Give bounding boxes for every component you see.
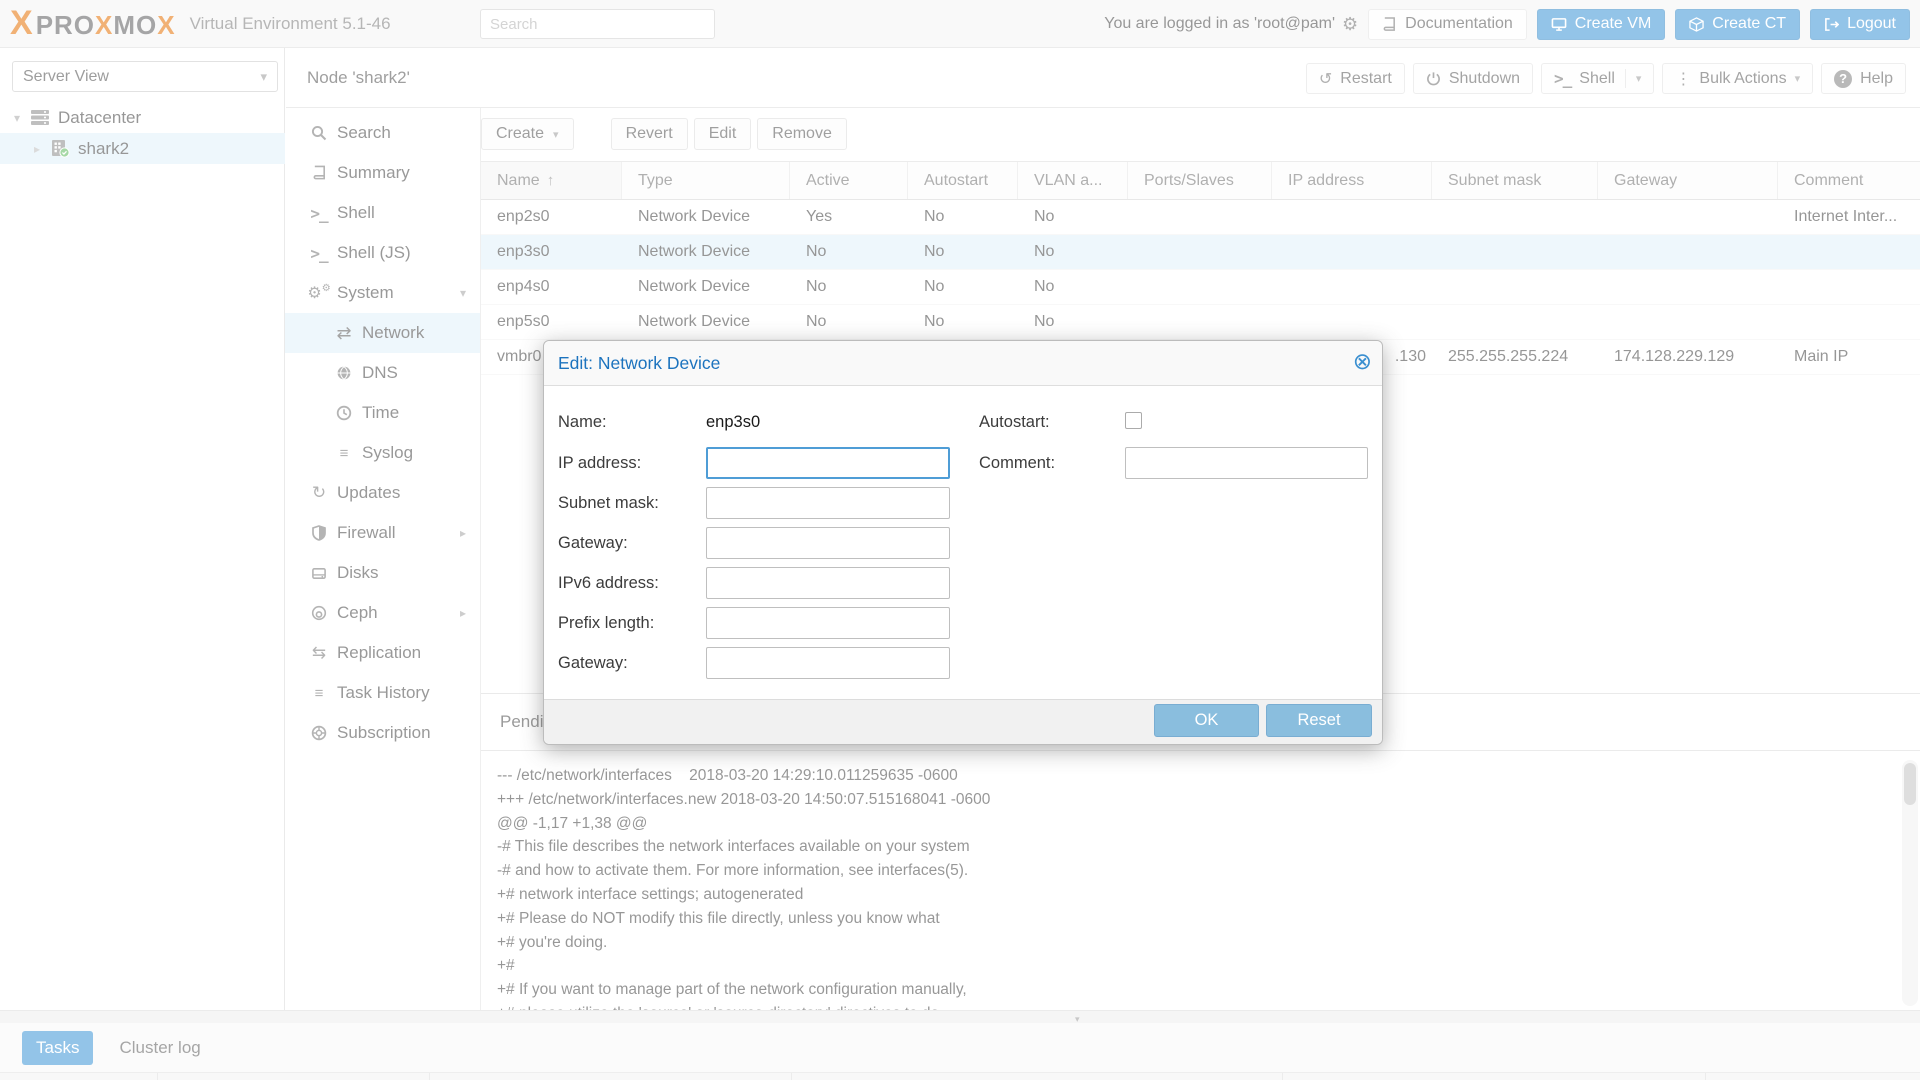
subnet-mask-label: Subnet mask:: [558, 494, 659, 513]
comment-label: Comment:: [979, 454, 1055, 473]
proxmox-screen: X PROXMOX Virtual Environment 5.1-46 You…: [0, 0, 1920, 1080]
subnet-mask-input[interactable]: [706, 487, 950, 519]
gateway-input[interactable]: [706, 527, 950, 559]
prefix-length-input[interactable]: [706, 607, 950, 639]
dialog-footer: OK Reset: [544, 699, 1382, 744]
name-label: Name:: [558, 413, 607, 432]
ip-address-label: IP address:: [558, 454, 641, 473]
dialog-body: Name: enp3s0 Autostart: IP address: Comm…: [544, 386, 1382, 701]
dialog-title: Edit: Network Device: [558, 353, 720, 374]
autostart-checkbox[interactable]: [1125, 412, 1142, 429]
ipv6-address-input[interactable]: [706, 567, 950, 599]
reset-button[interactable]: Reset: [1266, 704, 1372, 737]
autostart-label: Autostart:: [979, 413, 1050, 432]
prefix-length-label: Prefix length:: [558, 614, 654, 633]
comment-input[interactable]: [1125, 447, 1368, 479]
dialog-title-bar[interactable]: Edit: Network Device: [544, 341, 1382, 386]
ok-button[interactable]: OK: [1154, 704, 1259, 737]
ipv6-gateway-label: Gateway:: [558, 654, 628, 673]
close-icon[interactable]: ⊗: [1353, 350, 1372, 373]
edit-network-device-dialog: Edit: Network Device ⊗ Name: enp3s0 Auto…: [543, 340, 1383, 745]
gateway-label: Gateway:: [558, 534, 628, 553]
ip-address-input[interactable]: [706, 447, 950, 479]
name-value: enp3s0: [706, 413, 760, 432]
ipv6-gateway-input[interactable]: [706, 647, 950, 679]
ipv6-address-label: IPv6 address:: [558, 574, 659, 593]
